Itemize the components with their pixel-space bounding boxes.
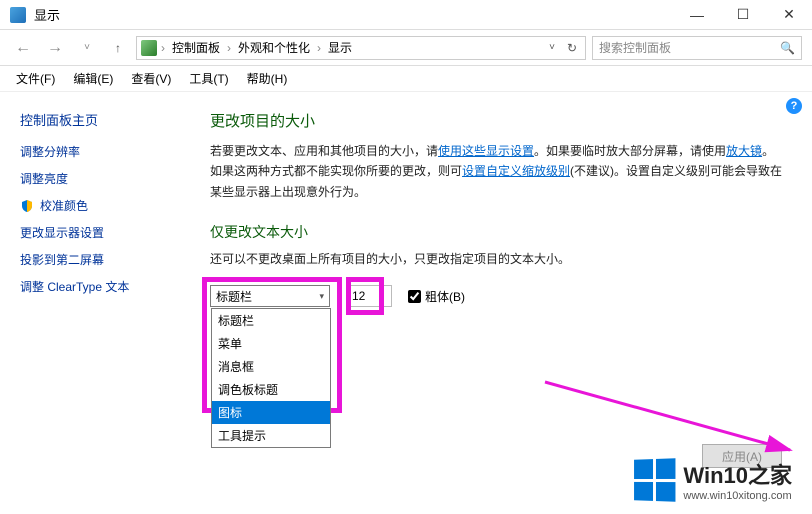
main-area: 控制面板主页 调整分辨率 调整亮度 校准颜色 更改显示器设置 投影到第二屏幕 调… — [0, 92, 812, 514]
watermark-url: www.win10xitong.com — [683, 490, 792, 502]
close-button[interactable]: ✕ — [766, 0, 812, 30]
address-bar[interactable]: › 控制面板 › 外观和个性化 › 显示 ˅ ↻ — [136, 36, 586, 60]
breadcrumb-sep: › — [317, 41, 321, 55]
content-pane: ? 更改项目的大小 若要更改文本、应用和其他项目的大小，请使用这些显示设置。如果… — [200, 92, 812, 514]
sidebar-item-label: 调整亮度 — [20, 170, 68, 187]
breadcrumb-3[interactable]: 显示 — [325, 39, 355, 56]
breadcrumb-1[interactable]: 控制面板 — [169, 39, 223, 56]
sidebar-item-label: 校准颜色 — [40, 197, 88, 214]
sidebar-title[interactable]: 控制面板主页 — [20, 110, 190, 129]
search-input[interactable]: 搜索控制面板 🔍 — [592, 36, 802, 60]
bold-checkbox-wrap[interactable]: 粗体(B) — [408, 288, 465, 305]
sidebar-item-label: 调整 ClearType 文本 — [20, 278, 129, 295]
window-icon — [10, 7, 26, 23]
menu-bar: 文件(F) 编辑(E) 查看(V) 工具(T) 帮助(H) — [0, 66, 812, 92]
annotation-highlight-size — [346, 277, 384, 315]
watermark-title: Win10之家 — [683, 458, 792, 490]
breadcrumb-sep: › — [227, 41, 231, 55]
search-icon[interactable]: 🔍 — [780, 41, 795, 55]
sidebar-item-cleartype[interactable]: 调整 ClearType 文本 — [20, 278, 190, 295]
title-bar: 显示 — ☐ ✕ — [0, 0, 812, 30]
description-paragraph: 若要更改文本、应用和其他项目的大小，请使用这些显示设置。如果要临时放大部分屏幕，… — [210, 141, 784, 202]
controls-row: 标题栏 ▾ 标题栏 菜单 消息框 调色板标题 图标 工具提示 12 粗体(B) — [210, 285, 784, 307]
menu-tools[interactable]: 工具(T) — [181, 67, 236, 90]
menu-view[interactable]: 查看(V) — [123, 67, 179, 90]
sidebar-item-brightness[interactable]: 调整亮度 — [20, 170, 190, 187]
window-title: 显示 — [34, 5, 674, 24]
link-display-settings[interactable]: 使用这些显示设置 — [438, 144, 534, 158]
watermark: Win10之家 www.win10xitong.com — [633, 458, 792, 502]
up-button[interactable]: ↑ — [106, 36, 130, 60]
bold-label: 粗体(B) — [425, 288, 465, 305]
dropdown-option[interactable]: 消息框 — [212, 355, 330, 378]
dropdown-option[interactable]: 工具提示 — [212, 424, 330, 447]
refresh-button[interactable]: ↻ — [563, 41, 581, 55]
history-dropdown[interactable]: ˅ — [74, 35, 100, 61]
back-button[interactable]: ← — [10, 35, 36, 61]
bold-checkbox[interactable] — [408, 290, 421, 303]
menu-edit[interactable]: 编辑(E) — [65, 67, 121, 90]
combo-value: 标题栏 — [216, 288, 252, 305]
menu-file[interactable]: 文件(F) — [8, 67, 63, 90]
heading-change-size: 更改项目的大小 — [210, 110, 784, 131]
sidebar-item-calibrate[interactable]: 校准颜色 — [20, 197, 190, 214]
sidebar-item-label: 调整分辨率 — [20, 143, 80, 160]
sidebar-item-display-settings[interactable]: 更改显示器设置 — [20, 224, 190, 241]
item-combo[interactable]: 标题栏 ▾ 标题栏 菜单 消息框 调色板标题 图标 工具提示 — [210, 285, 330, 307]
shield-icon — [20, 199, 34, 213]
forward-button[interactable]: → — [42, 35, 68, 61]
heading-text-only: 仅更改文本大小 — [210, 222, 784, 242]
control-panel-icon — [141, 40, 157, 56]
breadcrumb-sep: › — [161, 41, 165, 55]
dropdown-option[interactable]: 菜单 — [212, 332, 330, 355]
help-icon[interactable]: ? — [786, 98, 802, 114]
link-custom-scale[interactable]: 设置自定义缩放级别 — [462, 164, 570, 178]
search-placeholder: 搜索控制面板 — [599, 39, 671, 56]
navigation-bar: ← → ˅ ↑ › 控制面板 › 外观和个性化 › 显示 ˅ ↻ 搜索控制面板 … — [0, 30, 812, 66]
subtext: 还可以不更改桌面上所有项目的大小，只更改指定项目的文本大小。 — [210, 250, 784, 267]
dropdown-option[interactable]: 调色板标题 — [212, 378, 330, 401]
address-dropdown-icon[interactable]: ˅ — [545, 42, 559, 53]
dropdown-option-selected[interactable]: 图标 — [212, 401, 330, 424]
dropdown-option[interactable]: 标题栏 — [212, 309, 330, 332]
chevron-down-icon: ▾ — [319, 291, 324, 302]
sidebar: 控制面板主页 调整分辨率 调整亮度 校准颜色 更改显示器设置 投影到第二屏幕 调… — [0, 92, 200, 514]
windows-logo-icon — [634, 458, 675, 502]
sidebar-item-project[interactable]: 投影到第二屏幕 — [20, 251, 190, 268]
sidebar-item-resolution[interactable]: 调整分辨率 — [20, 143, 190, 160]
maximize-button[interactable]: ☐ — [720, 0, 766, 30]
sidebar-item-label: 更改显示器设置 — [20, 224, 104, 241]
link-magnifier[interactable]: 放大镜 — [726, 144, 762, 158]
menu-help[interactable]: 帮助(H) — [239, 67, 296, 90]
sidebar-item-label: 投影到第二屏幕 — [20, 251, 104, 268]
breadcrumb-2[interactable]: 外观和个性化 — [235, 39, 313, 56]
watermark-text: Win10之家 www.win10xitong.com — [683, 458, 792, 502]
item-dropdown: 标题栏 菜单 消息框 调色板标题 图标 工具提示 — [211, 308, 331, 448]
minimize-button[interactable]: — — [674, 0, 720, 30]
